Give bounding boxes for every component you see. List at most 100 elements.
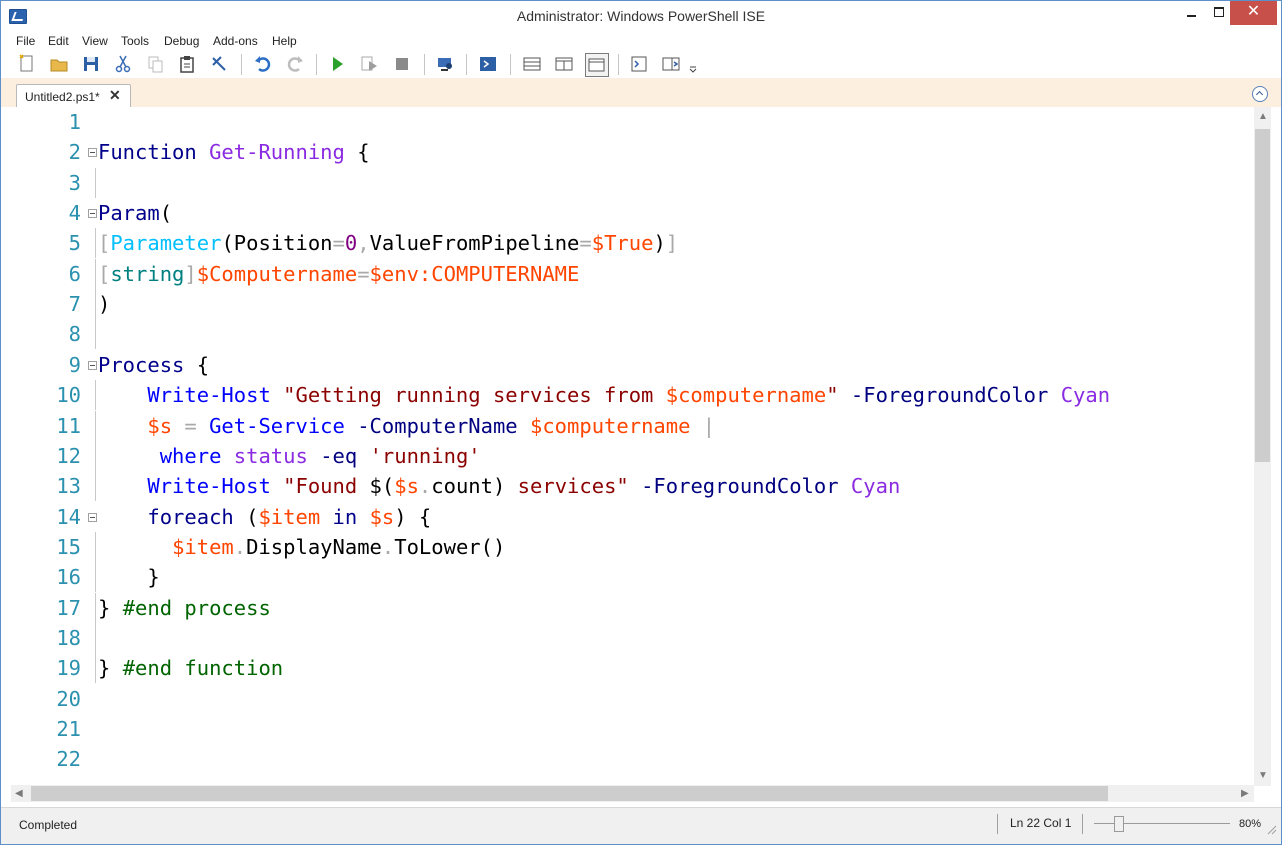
code-text: Process { — [98, 350, 209, 380]
toolbar-overflow-button[interactable] — [687, 53, 699, 75]
cut-button[interactable] — [112, 53, 134, 75]
close-button[interactable]: ✕ — [1230, 1, 1277, 25]
floppy-disk-icon — [84, 57, 98, 71]
cursor-position: Ln 22 Col 1 — [1010, 816, 1072, 830]
show-command-addon-button[interactable] — [660, 53, 682, 75]
paste-button[interactable] — [176, 53, 198, 75]
code-token: Param — [98, 201, 160, 226]
show-script-pane-right-button[interactable] — [553, 53, 575, 75]
powershell-ise-window: Administrator: Windows PowerShell ISE ✕ … — [0, 0, 1282, 845]
outline-guide — [95, 531, 96, 562]
code-line[interactable]: 20 — [11, 684, 1254, 714]
show-command-window-button[interactable] — [628, 53, 650, 75]
code-token: } — [98, 565, 160, 590]
code-line[interactable]: 6 [string]$Computername=$env:COMPUTERNAME — [11, 258, 1254, 289]
menu-view[interactable]: View — [82, 34, 108, 48]
scroll-down-arrow-icon[interactable]: ▼ — [1258, 770, 1268, 782]
script-editor[interactable]: 1 2 Function Get-Running {3 4 Param(5 [Parame… — [11, 107, 1254, 785]
new-remote-tab-button[interactable] — [434, 53, 456, 75]
run-script-button[interactable] — [326, 53, 348, 75]
code-line[interactable]: 2 Function Get-Running { — [11, 137, 1254, 167]
code-token: $s — [369, 504, 395, 529]
show-script-pane-top-button[interactable] — [521, 53, 543, 75]
code-line[interactable]: 14 foreach ($item in $s) { — [11, 502, 1254, 532]
code-text: Write-Host "Found $($s.count) services" … — [98, 471, 900, 501]
tab-untitled2[interactable]: Untitled2.ps1* ✕ — [16, 84, 131, 108]
code-line[interactable]: 1 — [11, 107, 1254, 137]
code-line[interactable]: 11 $s = Get-Service -ComputerName $compu… — [11, 410, 1254, 441]
line-number: 2 — [68, 140, 81, 165]
menu-tools[interactable]: Tools — [121, 34, 149, 48]
code-line[interactable]: 9 Process { — [11, 350, 1254, 380]
open-button[interactable] — [48, 53, 70, 75]
menu-file[interactable]: File — [16, 34, 35, 48]
minimize-button[interactable] — [1176, 1, 1206, 25]
fold-toggle-icon[interactable] — [88, 209, 97, 219]
code-token: -ForegroundColor — [850, 383, 1049, 408]
code-line[interactable]: 17} #end process — [11, 592, 1254, 623]
code-line[interactable]: 4 Param( — [11, 198, 1254, 228]
code-line[interactable]: 7) — [11, 289, 1254, 320]
scroll-left-arrow-icon[interactable]: ◀ — [15, 788, 23, 800]
code-line[interactable]: 10 Write-Host "Getting running services … — [11, 380, 1254, 411]
code-line[interactable]: 12 where status -eq 'running' — [11, 440, 1254, 471]
code-line[interactable]: 15 $item.DisplayName.ToLower() — [11, 531, 1254, 562]
tab-close-icon[interactable]: ✕ — [109, 87, 121, 104]
code-token: . — [418, 474, 432, 499]
collapse-script-pane-button[interactable] — [1252, 86, 1268, 102]
code-text: where status -eq 'running' — [98, 441, 481, 471]
start-powershell-button[interactable] — [477, 53, 499, 75]
zoom-slider-thumb[interactable] — [1114, 816, 1125, 832]
code-token: DisplayName — [246, 534, 382, 559]
undo-button[interactable] — [252, 53, 274, 75]
code-token: (Position — [221, 231, 333, 256]
redo-button[interactable] — [284, 53, 306, 75]
line-number: 20 — [56, 686, 81, 711]
status-separator — [997, 814, 998, 834]
new-script-button[interactable] — [16, 53, 38, 75]
scroll-right-arrow-icon[interactable]: ▶ — [1241, 788, 1249, 800]
fold-toggle-icon[interactable] — [88, 148, 97, 158]
horizontal-scroll-thumb[interactable] — [31, 786, 1108, 801]
show-script-pane-maximized-button[interactable] — [585, 53, 609, 77]
clear-console-button[interactable] — [208, 53, 230, 75]
menu-edit[interactable]: Edit — [48, 34, 69, 48]
code-line[interactable]: 19} #end function — [11, 653, 1254, 684]
code-text: Param( — [98, 198, 172, 228]
run-selection-button[interactable] — [358, 53, 380, 75]
vertical-scroll-thumb[interactable] — [1255, 129, 1270, 462]
stop-button[interactable] — [391, 53, 413, 75]
code-line[interactable]: 8 — [11, 319, 1254, 350]
menu-help[interactable]: Help — [272, 34, 297, 48]
code-line[interactable]: 5 [Parameter(Position=0,ValueFromPipeline… — [11, 228, 1254, 259]
code-token: Cyan — [850, 474, 901, 499]
overflow-chevron-icon — [689, 66, 697, 73]
code-token: = — [332, 231, 345, 256]
code-line[interactable]: 18 — [11, 622, 1254, 653]
code-line[interactable]: 13 Write-Host "Found $($s.count) service… — [11, 471, 1254, 502]
code-line[interactable]: 3 — [11, 167, 1254, 198]
code-line[interactable]: 22 — [11, 744, 1254, 774]
outline-guide — [95, 592, 96, 623]
code-line[interactable]: 16 } — [11, 562, 1254, 593]
save-button[interactable] — [80, 53, 102, 75]
copy-button[interactable] — [144, 53, 166, 75]
menu-bar: File Edit View Tools Debug Add-ons Help — [1, 32, 1281, 51]
code-line[interactable]: 21 — [11, 714, 1254, 744]
menu-add-ons[interactable]: Add-ons — [213, 34, 258, 48]
fold-toggle-icon[interactable] — [88, 512, 97, 522]
line-number: 8 — [68, 322, 81, 347]
code-token: Parameter — [110, 231, 222, 256]
scroll-up-arrow-icon[interactable]: ▲ — [1258, 111, 1268, 123]
code-token: = — [579, 231, 592, 256]
fold-toggle-icon[interactable] — [88, 360, 97, 370]
title-bar[interactable]: Administrator: Windows PowerShell ISE ✕ — [1, 1, 1281, 32]
resize-grip-icon[interactable] — [1267, 825, 1277, 835]
menu-debug[interactable]: Debug — [164, 34, 199, 48]
